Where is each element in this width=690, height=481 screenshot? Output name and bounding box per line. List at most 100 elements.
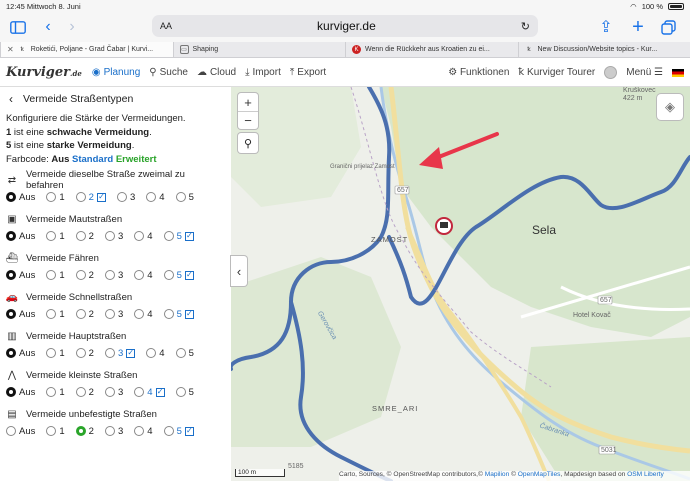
radio-circle[interactable] [46, 426, 57, 436]
radio-circle[interactable] [75, 309, 86, 319]
radio-1[interactable]: 1 [46, 348, 65, 359]
radio-aus[interactable]: Aus [6, 387, 35, 398]
radio-circle[interactable] [163, 309, 174, 319]
radio-circle[interactable] [116, 192, 127, 202]
radio-4[interactable]: 4 [134, 270, 153, 281]
radio-aus[interactable]: Aus [6, 309, 35, 320]
radio-1[interactable]: 1 [46, 387, 65, 398]
radio-circle[interactable] [104, 348, 115, 358]
back-chevron-icon[interactable]: ‹ [9, 92, 13, 106]
close-tab-icon[interactable]: ✕ [7, 45, 14, 54]
nav-suche[interactable]: ⚲ Suche [149, 67, 188, 78]
radio-2[interactable]: 2 [75, 309, 94, 320]
radio-2[interactable]: 2 [75, 426, 94, 437]
nav-cloud[interactable]: ☁ Cloud [197, 67, 236, 78]
radio-circle[interactable] [46, 387, 57, 397]
radio-5[interactable]: 5 ✓ [163, 231, 194, 242]
radio-circle[interactable] [104, 426, 115, 436]
font-size-button[interactable]: AA [160, 21, 172, 31]
radio-circle[interactable] [104, 309, 115, 319]
zoom-out-button[interactable]: − [238, 111, 258, 129]
radio-circle[interactable] [134, 309, 145, 319]
tab-shaping[interactable]: ▭ Shaping [172, 42, 346, 57]
tab-overview-icon[interactable] [656, 15, 680, 39]
collapse-sidebar-button[interactable]: ‹ [231, 256, 247, 286]
radio-3[interactable]: 3 [104, 387, 123, 398]
radio-1[interactable]: 1 [46, 270, 65, 281]
radio-circle[interactable] [175, 387, 186, 397]
radio-aus[interactable]: Aus [6, 348, 35, 359]
radio-circle[interactable] [46, 348, 57, 358]
radio-circle[interactable] [6, 426, 16, 436]
zoom-in-button[interactable]: + [238, 93, 258, 111]
tab-kroatien[interactable]: K Wenn die Rückkehr aus Kroatien zu ei..… [345, 42, 518, 57]
radio-circle[interactable] [104, 270, 115, 280]
radio-circle[interactable] [163, 231, 174, 241]
reload-icon[interactable]: ↻ [521, 20, 530, 33]
radio-circle[interactable] [175, 348, 186, 358]
radio-circle[interactable] [146, 192, 157, 202]
tab-kurviger-route[interactable]: ✕ ꝁ Roketići, Poljane - Grad Čabar | Kur… [0, 42, 173, 57]
radio-5[interactable]: 5 ✓ [163, 270, 194, 281]
menu-button[interactable]: Menü ☰ [626, 67, 663, 78]
radio-1[interactable]: 1 [46, 231, 65, 242]
radio-aus[interactable]: Aus [6, 426, 35, 437]
radio-circle[interactable] [75, 270, 86, 280]
radio-4[interactable]: 4 ✓ [134, 387, 165, 398]
radio-3[interactable]: 3 [116, 192, 135, 203]
radio-5[interactable]: 5 ✓ [163, 309, 194, 320]
nav-funktionen[interactable]: ⚙ Funktionen [448, 67, 509, 78]
address-bar[interactable]: AA kurviger.de ↻ [152, 15, 538, 37]
radio-aus[interactable]: Aus [6, 192, 35, 203]
radio-4[interactable]: 4 [134, 231, 153, 242]
radio-circle[interactable] [75, 231, 86, 241]
sidebar-toggle-icon[interactable] [6, 15, 30, 39]
location-pin-button[interactable]: ⚲ [238, 133, 258, 153]
radio-2[interactable]: 2 ✓ [75, 192, 106, 203]
radio-circle[interactable] [46, 270, 57, 280]
radio-aus[interactable]: Aus [6, 270, 35, 281]
mapilion-link[interactable]: Mapilion [485, 471, 510, 478]
radio-circle[interactable] [6, 387, 16, 397]
back-icon[interactable]: ‹ [36, 15, 60, 39]
radio-5[interactable]: 5 [175, 192, 194, 203]
radio-circle[interactable] [75, 348, 86, 358]
radio-2[interactable]: 2 [75, 270, 94, 281]
radio-3[interactable]: 3 [104, 309, 123, 320]
layers-button[interactable]: ◈ [657, 94, 683, 120]
kurviger-logo[interactable]: Kurviger.de [6, 65, 82, 80]
radio-5[interactable]: 5 [175, 348, 194, 359]
radio-circle[interactable] [163, 270, 174, 280]
radio-circle[interactable] [146, 348, 157, 358]
radio-1[interactable]: 1 [46, 192, 65, 203]
radio-circle[interactable] [175, 192, 186, 202]
radio-4[interactable]: 4 [134, 426, 153, 437]
radio-circle[interactable] [75, 426, 86, 436]
new-tab-icon[interactable]: + [626, 15, 650, 39]
map-view[interactable]: 657 657 5031 5185 Sela ZAMOST SMRE_ARI G… [231, 87, 690, 481]
tab-new-discussion[interactable]: ꝁ New Discussion/Website topics - Kur... [517, 42, 690, 57]
radio-circle[interactable] [75, 387, 86, 397]
radio-circle[interactable] [163, 426, 174, 436]
osm-liberty-link[interactable]: OSM Liberty [627, 471, 664, 478]
radio-circle[interactable] [134, 270, 145, 280]
radio-circle[interactable] [6, 309, 16, 319]
nav-export[interactable]: ⤒ Export [290, 67, 326, 78]
radio-circle[interactable] [46, 192, 57, 202]
radio-aus[interactable]: Aus [6, 231, 35, 242]
radio-3[interactable]: 3 [104, 231, 123, 242]
radio-circle[interactable] [134, 231, 145, 241]
radio-2[interactable]: 2 [75, 387, 94, 398]
share-icon[interactable]: ⇪ [594, 15, 618, 39]
radio-circle[interactable] [104, 231, 115, 241]
radio-circle[interactable] [6, 270, 16, 280]
radio-1[interactable]: 1 [46, 309, 65, 320]
radio-2[interactable]: 2 [75, 348, 94, 359]
radio-5[interactable]: 5 ✓ [163, 426, 194, 437]
avatar[interactable] [604, 66, 618, 79]
forward-icon[interactable]: › [60, 15, 84, 39]
radio-circle[interactable] [104, 387, 115, 397]
radio-circle[interactable] [6, 192, 16, 202]
nav-tourer[interactable]: ꝁ Kurviger Tourer [518, 67, 595, 78]
radio-circle[interactable] [134, 426, 145, 436]
